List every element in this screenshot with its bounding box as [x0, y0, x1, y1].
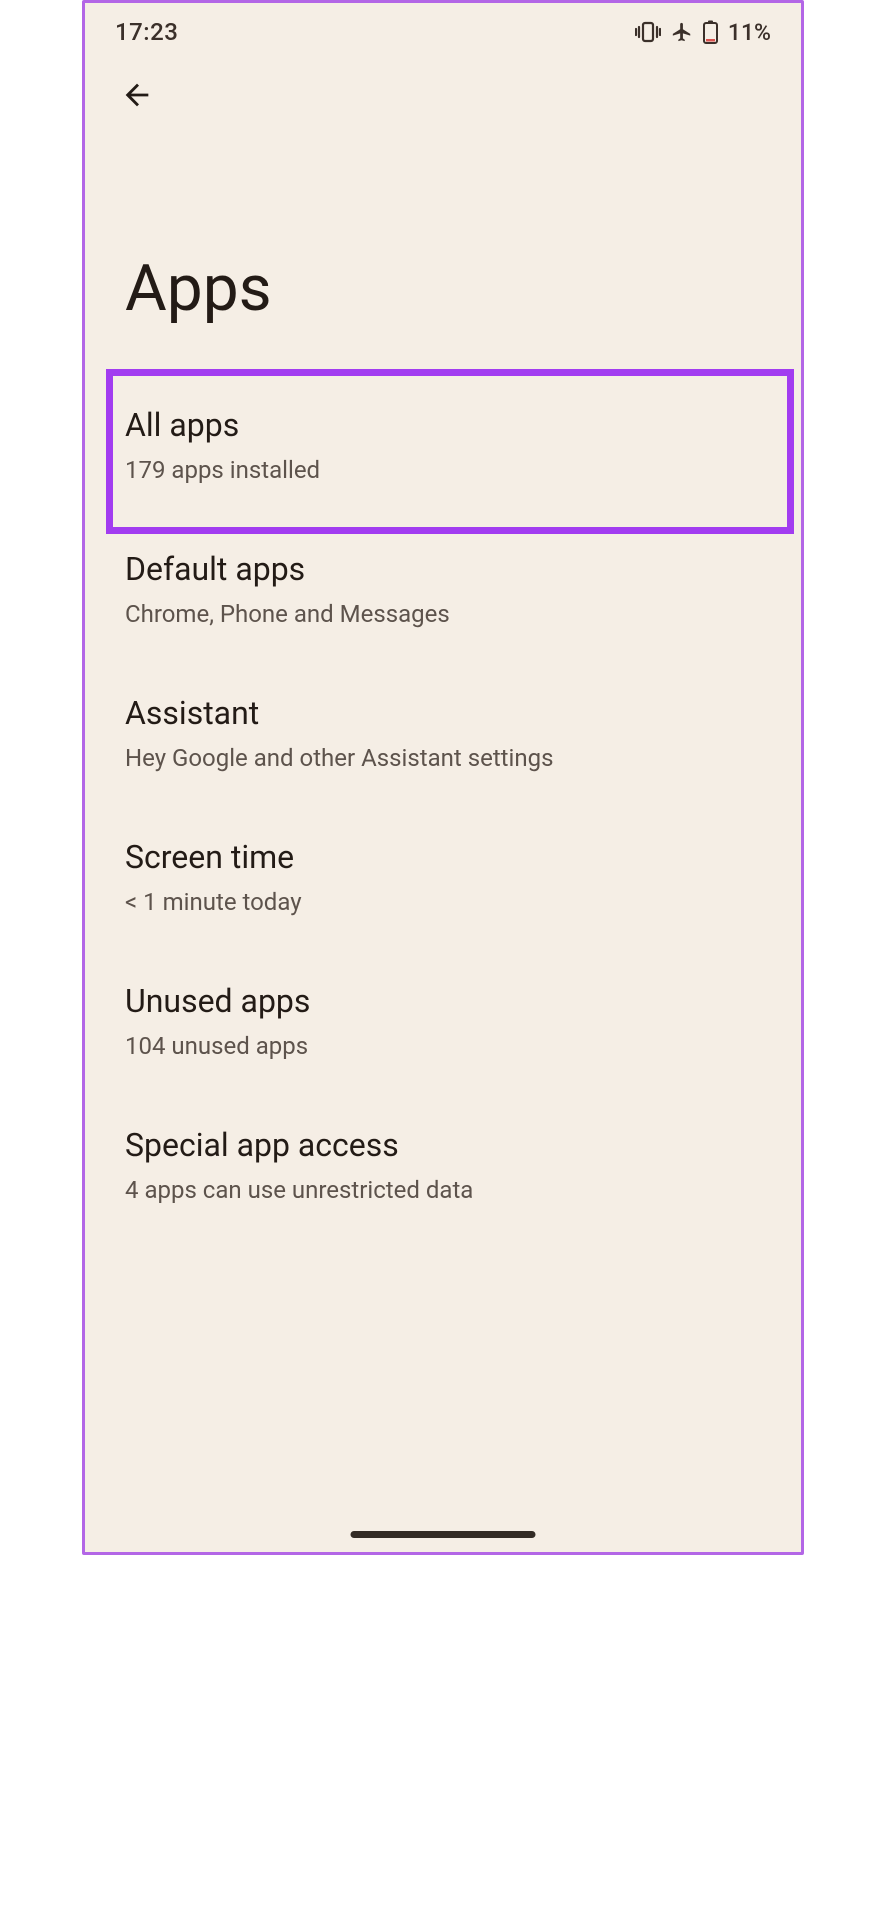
settings-list: All apps 179 apps installed Default apps…	[85, 376, 801, 1240]
menu-item-screen-time[interactable]: Screen time < 1 minute today	[85, 808, 801, 952]
screen: 17:23	[82, 0, 804, 1555]
menu-item-assistant[interactable]: Assistant Hey Google and other Assistant…	[85, 664, 801, 808]
menu-item-title: Unused apps	[125, 980, 761, 1023]
menu-item-sub: < 1 minute today	[125, 885, 761, 920]
navigation-handle[interactable]	[351, 1531, 536, 1538]
vibrate-icon	[635, 21, 661, 43]
menu-item-sub: 179 apps installed	[125, 453, 761, 488]
menu-item-title: Default apps	[125, 548, 761, 591]
menu-item-default-apps[interactable]: Default apps Chrome, Phone and Messages	[85, 520, 801, 664]
status-time: 17:23	[115, 18, 178, 46]
menu-item-sub: 104 unused apps	[125, 1029, 761, 1064]
page-title: Apps	[85, 121, 801, 376]
status-indicators: 11%	[635, 19, 771, 46]
back-button[interactable]	[113, 73, 161, 121]
airplane-mode-icon	[671, 21, 693, 43]
battery-icon	[703, 20, 718, 44]
menu-item-all-apps[interactable]: All apps 179 apps installed	[85, 376, 801, 520]
status-bar: 17:23	[85, 3, 801, 51]
menu-item-special-app-access[interactable]: Special app access 4 apps can use unrest…	[85, 1096, 801, 1240]
menu-item-sub: Chrome, Phone and Messages	[125, 597, 761, 632]
arrow-back-icon	[120, 78, 154, 116]
menu-item-title: Special app access	[125, 1124, 761, 1167]
battery-percent: 11%	[728, 19, 771, 46]
menu-item-title: Screen time	[125, 836, 761, 879]
menu-item-title: Assistant	[125, 692, 761, 735]
menu-item-sub: Hey Google and other Assistant settings	[125, 741, 761, 776]
menu-item-sub: 4 apps can use unrestricted data	[125, 1173, 761, 1208]
menu-item-title: All apps	[125, 404, 761, 447]
menu-item-unused-apps[interactable]: Unused apps 104 unused apps	[85, 952, 801, 1096]
